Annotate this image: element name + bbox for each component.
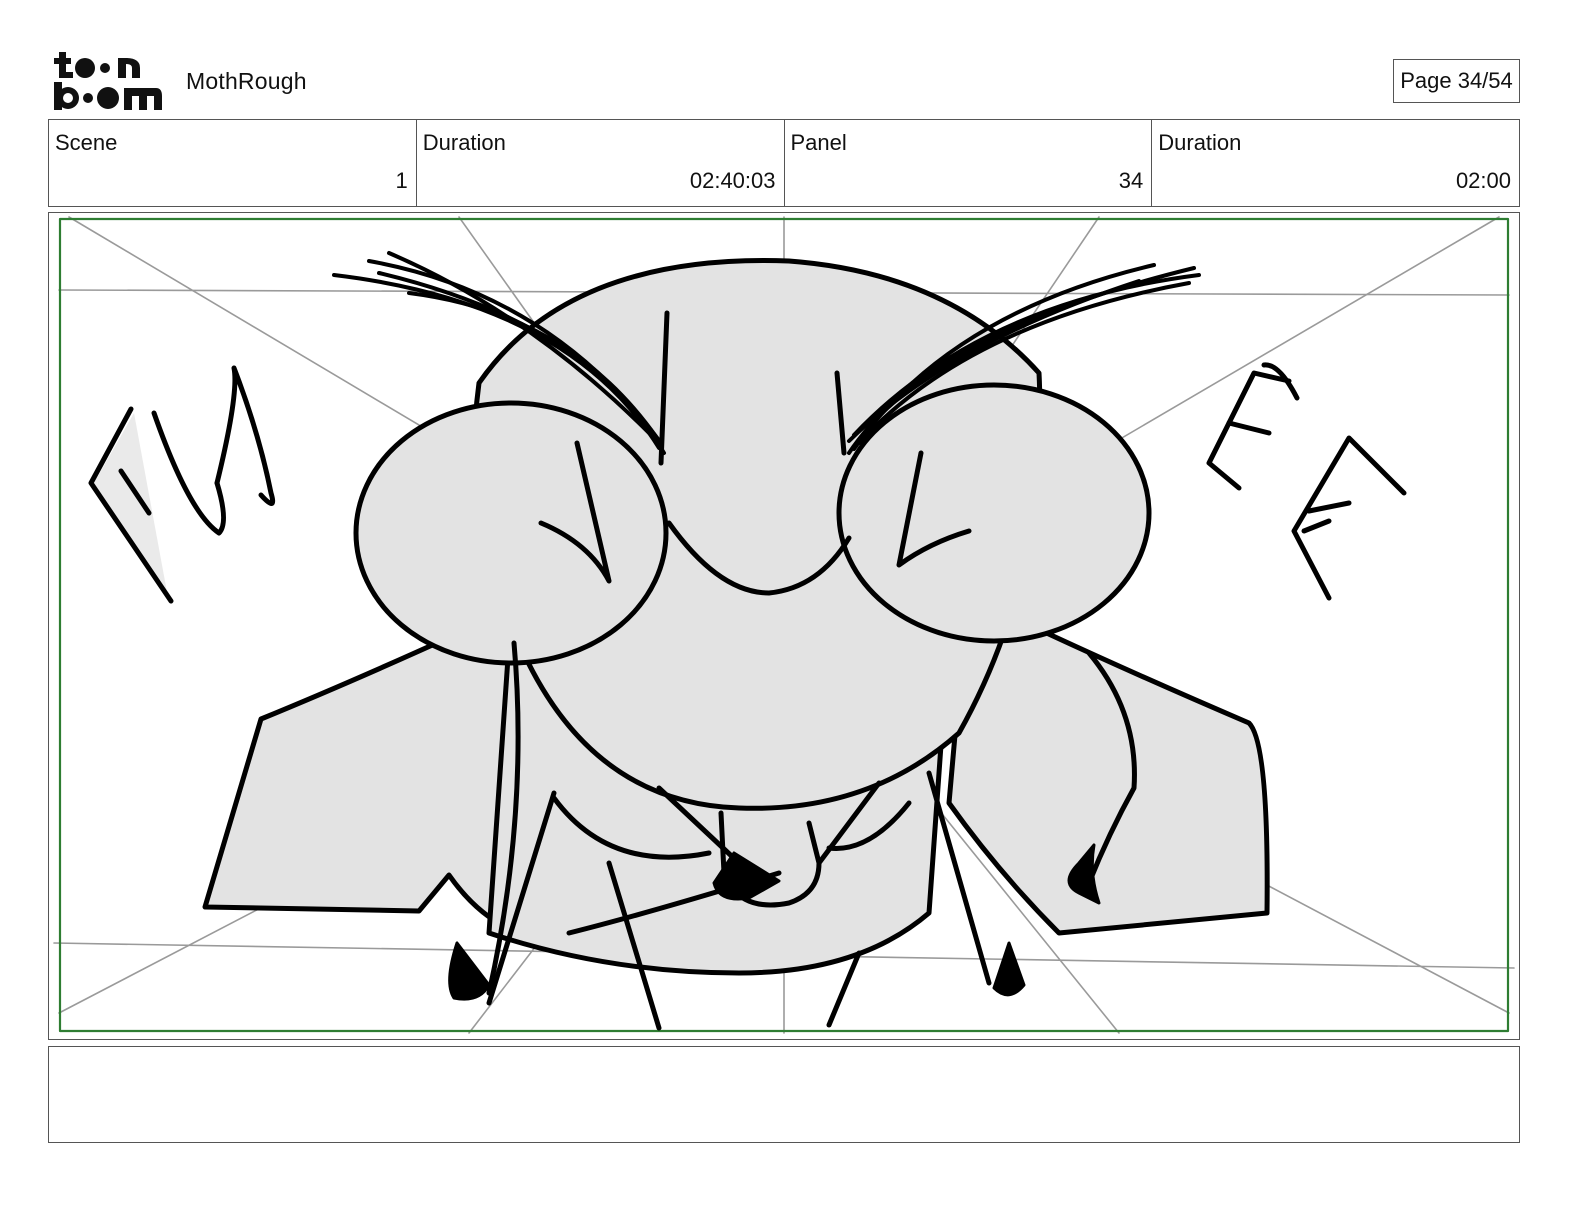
scene-duration-label: Duration bbox=[422, 130, 506, 155]
panel-notes-box bbox=[48, 1046, 1520, 1143]
panel-cell: Panel 34 bbox=[785, 120, 1153, 206]
moth-sketch-drawing bbox=[53, 216, 1515, 1034]
sfx-left-letters bbox=[88, 365, 276, 604]
project-title: MothRough bbox=[186, 68, 307, 94]
panel-duration-cell: Duration 02:00 bbox=[1152, 120, 1519, 206]
scene-duration-value: 02:40:03 bbox=[689, 168, 776, 193]
scene-duration-cell: Duration 02:40:03 bbox=[417, 120, 785, 206]
panel-info-table: Scene 1 Duration 02:40:03 Panel 34 Durat… bbox=[48, 119, 1520, 207]
sfx-right-letters bbox=[1206, 362, 1407, 601]
scene-value: 1 bbox=[395, 168, 408, 193]
scene-label: Scene bbox=[55, 130, 118, 155]
page-number: Page 34/54 bbox=[1393, 59, 1520, 103]
panel-duration-value: 02:00 bbox=[1455, 168, 1511, 193]
panel-duration-label: Duration bbox=[1158, 130, 1242, 155]
panel-label: Panel bbox=[790, 130, 847, 155]
panel-value: 34 bbox=[1118, 168, 1144, 193]
scene-cell: Scene 1 bbox=[49, 120, 417, 206]
moth-figure bbox=[202, 258, 1270, 1031]
toon-boom-logo bbox=[52, 50, 164, 112]
storyboard-panel bbox=[48, 212, 1520, 1040]
